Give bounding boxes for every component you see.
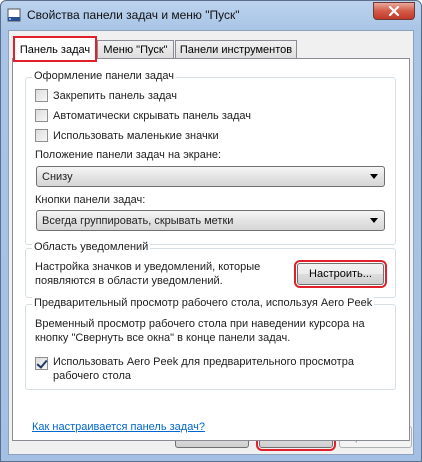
notification-description-line1: Настройка значков и уведомлений, которые [35, 261, 261, 273]
chevron-down-icon [370, 174, 378, 179]
notification-area-group: Область уведомлений Настройка значков и … [25, 241, 396, 298]
position-value: Снизу [42, 170, 73, 183]
checkbox-label: Автоматически скрывать панель задач [53, 109, 252, 122]
close-icon [388, 6, 400, 16]
notification-description-line2: появляются в области уведомлений. [35, 275, 223, 287]
checkbox-label-line1: Использовать Aero Peek для предварительн… [53, 356, 354, 368]
tab-panel-taskbar: Оформление панели задач Закрепить панель… [12, 58, 410, 441]
close-button[interactable] [373, 2, 415, 20]
checkbox-box[interactable] [35, 89, 48, 102]
tab-taskbar[interactable]: Панель задач [13, 36, 97, 62]
autohide-taskbar-checkbox[interactable]: Автоматически скрывать панель задач [35, 109, 251, 122]
buttons-dropdown[interactable]: Всегда группировать, скрывать метки [36, 210, 385, 231]
aero-peek-description-line2: кнопку "Свернуть все окна" в конце панел… [35, 332, 291, 344]
checkbox-label-line2: рабочего стола [53, 370, 132, 382]
checkbox-box[interactable] [35, 109, 48, 122]
taskbar-appearance-group: Оформление панели задач Закрепить панель… [25, 70, 396, 245]
aero-peek-group: Предварительный просмотр рабочего стола,… [25, 297, 396, 390]
checkbox-box[interactable] [35, 129, 48, 142]
window-title: Свойства панели задач и меню "Пуск" [27, 8, 240, 22]
taskbar-properties-window: Свойства панели задач и меню "Пуск" Пане… [0, 0, 422, 462]
buttons-label: Кнопки панели задач: [35, 194, 146, 206]
buttons-value: Всегда группировать, скрывать метки [42, 214, 234, 227]
title-bar[interactable]: Свойства панели задач и меню "Пуск" [1, 1, 421, 29]
small-icons-checkbox[interactable]: Использовать маленькие значки [35, 129, 219, 142]
aero-peek-description-line1: Временный просмотр рабочего стола при на… [35, 318, 365, 330]
position-label: Положение панели задач на экране: [35, 149, 222, 161]
tab-start-menu[interactable]: Меню "Пуск" [97, 40, 174, 59]
dialog-client-area: Панель задач Меню "Пуск" Панели инструме… [8, 30, 414, 455]
use-aero-peek-checkbox[interactable]: Использовать Aero Peek для предварительн… [35, 355, 354, 383]
help-link[interactable]: Как настраивается панель задач? [32, 421, 205, 433]
chevron-down-icon [370, 218, 378, 223]
taskbar-icon [7, 8, 21, 22]
customize-button[interactable]: Настроить... [294, 260, 387, 288]
checkbox-box[interactable] [35, 357, 48, 370]
checkbox-label: Закрепить панель задач [53, 89, 178, 102]
tab-toolbars[interactable]: Панели инструментов [175, 40, 297, 59]
group-title: Оформление панели задач [32, 70, 177, 82]
checkbox-label: Использовать Aero Peek для предварительн… [53, 355, 354, 383]
group-title: Предварительный просмотр рабочего стола,… [32, 297, 375, 309]
group-title: Область уведомлений [32, 241, 151, 253]
position-dropdown[interactable]: Снизу [36, 166, 385, 187]
checkbox-label: Использовать маленькие значки [53, 129, 219, 142]
lock-taskbar-checkbox[interactable]: Закрепить панель задач [35, 89, 177, 102]
